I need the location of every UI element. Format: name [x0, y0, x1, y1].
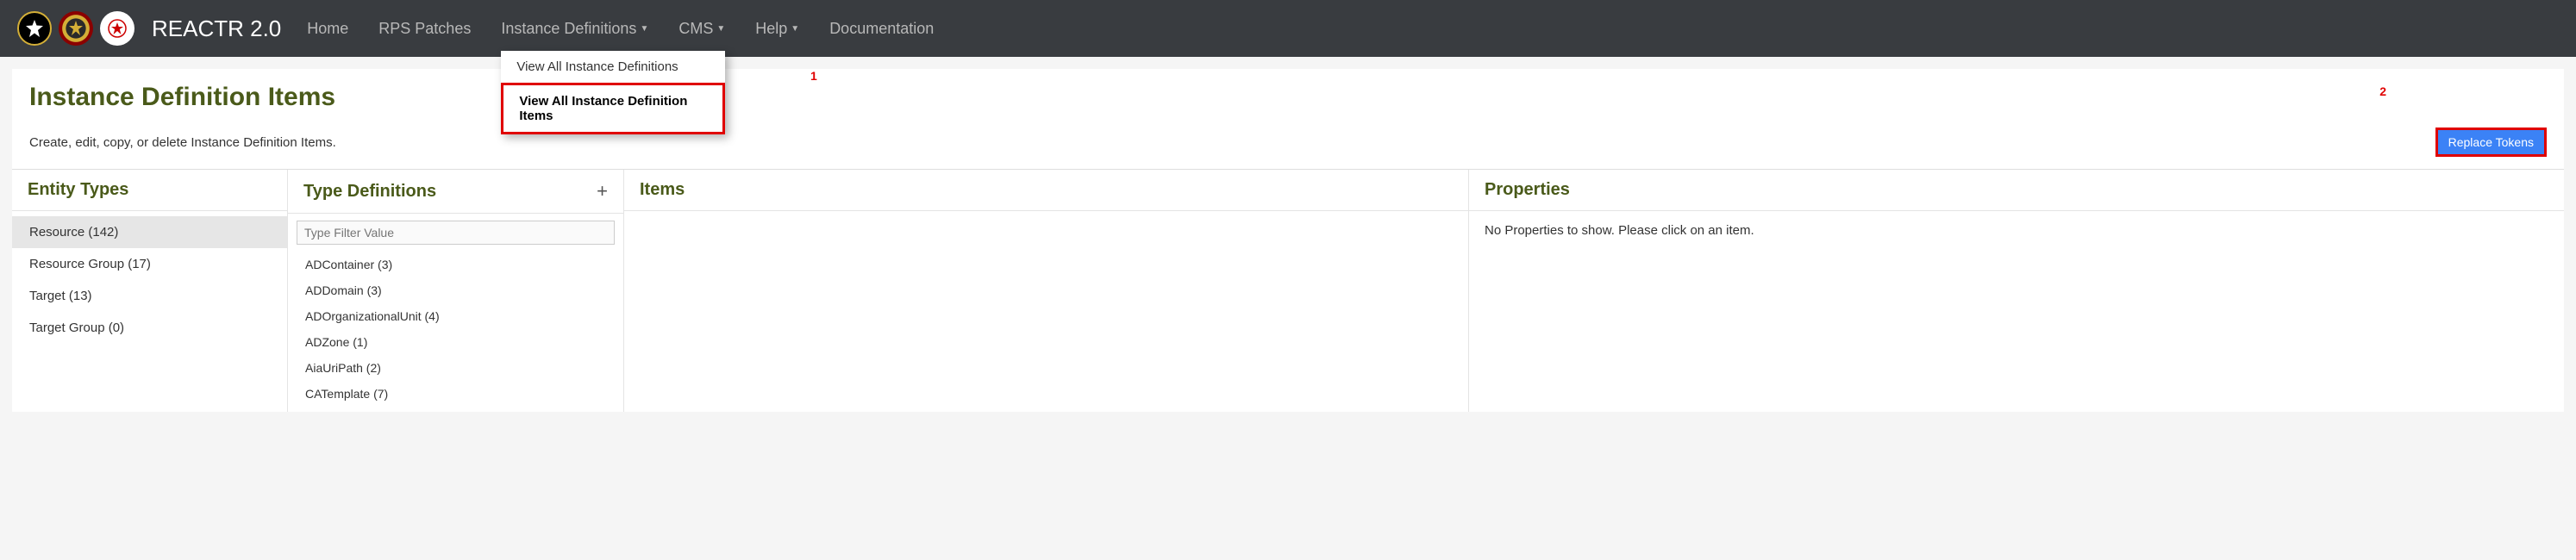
annotation-1: 1 — [810, 69, 817, 83]
logo-group — [17, 11, 134, 46]
typedef-item[interactable]: ADOrganizationalUnit (4) — [288, 303, 623, 329]
nav-documentation[interactable]: Documentation — [829, 20, 934, 38]
replace-tokens-button[interactable]: Replace Tokens — [2435, 128, 2547, 157]
nav-cms[interactable]: CMS ▼ — [678, 20, 725, 38]
dropdown-view-all-definitions[interactable]: View All Instance Definitions — [501, 51, 725, 83]
page-title: Instance Definition Items — [29, 83, 2547, 112]
nav-rps-patches[interactable]: RPS Patches — [378, 20, 471, 38]
type-definitions-header: Type Definitions + — [288, 170, 623, 214]
type-definitions-title: Type Definitions — [303, 182, 436, 202]
entity-types-list: Resource (142) Resource Group (17) Targe… — [12, 211, 287, 349]
nav-help[interactable]: Help ▼ — [755, 20, 799, 38]
annotation-2: 2 — [2379, 84, 2386, 98]
caret-down-icon: ▼ — [716, 24, 725, 34]
entity-types-header: Entity Types — [12, 170, 287, 211]
items-title: Items — [640, 180, 685, 200]
entity-types-title: Entity Types — [28, 180, 128, 200]
nav-help-label: Help — [755, 20, 787, 38]
typedef-item[interactable]: AiaUriPath (2) — [288, 355, 623, 381]
add-type-definition-button[interactable]: + — [597, 180, 608, 202]
items-panel: Items — [624, 170, 1469, 412]
properties-panel: Properties No Properties to show. Please… — [1469, 170, 2564, 412]
entity-types-panel: Entity Types Resource (142) Resource Gro… — [12, 170, 288, 412]
properties-title: Properties — [1485, 180, 1570, 200]
nav-home[interactable]: Home — [307, 20, 348, 38]
entity-item-target-group[interactable]: Target Group (0) — [12, 312, 287, 344]
star-logo-1-icon — [59, 11, 93, 46]
page-header: Instance Definition Items — [12, 69, 2564, 128]
nav-items: Home RPS Patches Instance Definitions ▼ … — [307, 20, 934, 38]
nav-instance-definitions-label: Instance Definitions — [501, 20, 636, 38]
navbar: REACTR 2.0 Home RPS Patches Instance Def… — [0, 0, 2576, 57]
typedef-item[interactable]: ADContainer (3) — [288, 252, 623, 277]
nav-instance-definitions[interactable]: Instance Definitions ▼ View All Instance… — [501, 20, 648, 38]
type-definitions-list: ADContainer (3) ADDomain (3) ADOrganizat… — [288, 252, 623, 412]
typedef-item[interactable]: CATemplate (7) — [288, 381, 623, 407]
app-title: REACTR 2.0 — [152, 16, 281, 42]
type-definitions-panel: Type Definitions + ADContainer (3) ADDom… — [288, 170, 624, 412]
nav-cms-label: CMS — [678, 20, 713, 38]
typedef-item[interactable]: ADDomain (3) — [288, 277, 623, 303]
caret-down-icon: ▼ — [640, 24, 648, 34]
instance-definitions-dropdown: View All Instance Definitions View All I… — [501, 51, 725, 134]
panels: Entity Types Resource (142) Resource Gro… — [12, 169, 2564, 412]
caret-down-icon: ▼ — [791, 24, 799, 34]
entity-item-target[interactable]: Target (13) — [12, 280, 287, 312]
properties-header: Properties — [1469, 170, 2564, 211]
dropdown-view-all-definition-items[interactable]: View All Instance Definition Items — [501, 83, 725, 134]
star-logo-2-icon — [100, 11, 134, 46]
entity-item-resource[interactable]: Resource (142) — [12, 216, 287, 248]
page-header-row: Create, edit, copy, or delete Instance D… — [12, 128, 2564, 169]
items-header: Items — [624, 170, 1468, 211]
properties-empty-message: No Properties to show. Please click on a… — [1469, 211, 2564, 250]
army-logo-icon — [17, 11, 52, 46]
page-subtitle: Create, edit, copy, or delete Instance D… — [29, 135, 336, 150]
type-filter-input[interactable] — [297, 221, 615, 245]
entity-item-resource-group[interactable]: Resource Group (17) — [12, 248, 287, 280]
typedef-item[interactable]: ADZone (1) — [288, 329, 623, 355]
content: Instance Definition Items Create, edit, … — [12, 69, 2564, 412]
